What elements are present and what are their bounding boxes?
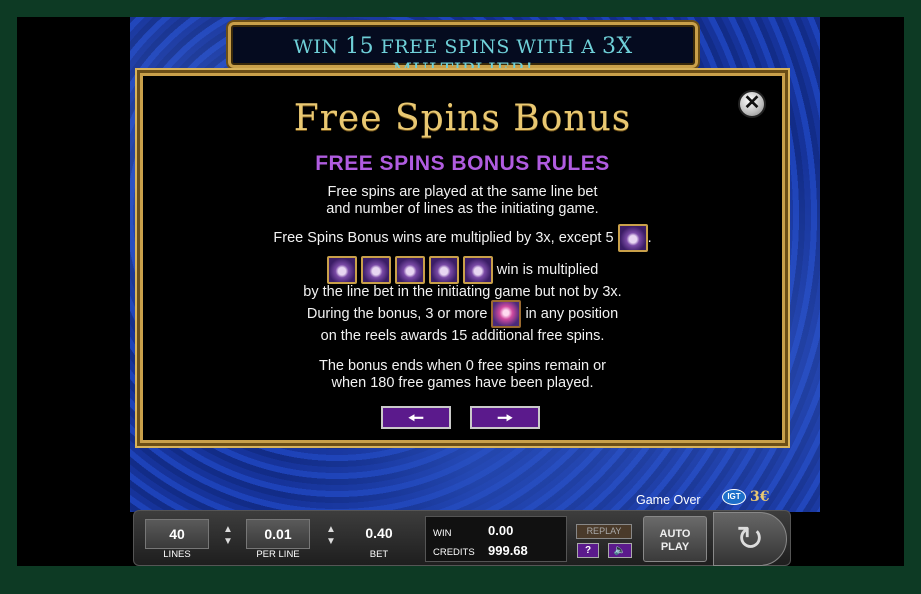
- replay-button[interactable]: REPLAY: [576, 524, 632, 539]
- wild-symbol-icon: [326, 256, 357, 284]
- win-value: 0.00: [488, 523, 514, 538]
- wild-symbol-icon: [428, 256, 459, 284]
- right-arrow-icon: 🠖: [497, 408, 513, 428]
- banner-text-2: free spins with a: [380, 36, 596, 58]
- bet-label: BET: [369, 549, 389, 560]
- credits-label: CREDITS: [433, 547, 475, 558]
- lines-value: 40: [145, 519, 209, 549]
- wild-symbol-icon: [462, 256, 493, 284]
- credits-value: 999.68: [488, 543, 528, 558]
- banner-multiplier: 3X: [601, 34, 633, 59]
- rule-2-period: .: [647, 229, 652, 246]
- rule-3: During the bonus, 3 or more in any posit…: [140, 300, 785, 345]
- per-line-label: PER LINE: [256, 549, 300, 560]
- rules-subtitle: FREE SPINS BONUS RULES: [315, 152, 610, 175]
- chevron-down-icon[interactable]: ▼: [325, 536, 337, 548]
- rule-1-line-2: and number of lines as the initiating ga…: [326, 201, 599, 217]
- sound-button[interactable]: 🔈: [608, 543, 632, 558]
- spin-button[interactable]: ↻: [713, 512, 787, 566]
- per-line-stepper[interactable]: ▲ ▼: [325, 524, 337, 548]
- wild-symbol-icon: [394, 256, 425, 284]
- autoplay-button[interactable]: AUTO PLAY: [643, 516, 707, 562]
- bet-value: 0.40: [365, 525, 393, 541]
- rule-1-line-1: Free spins are played at the same line b…: [327, 184, 598, 200]
- left-arrow-icon: 🠔: [408, 408, 424, 428]
- rule-1: Free spins are played at the same line b…: [140, 184, 785, 218]
- wild-symbol-icon: [360, 256, 391, 284]
- rule-4: The bonus ends when 0 free spins remain …: [140, 358, 785, 392]
- lines-label: LINES: [163, 549, 191, 560]
- page-title: Free Spins Bonus: [293, 98, 632, 139]
- autoplay-label-1: AUTO: [659, 528, 691, 540]
- rule-3-text: During the bonus, 3 or more: [306, 305, 488, 322]
- lines-stepper[interactable]: ▲ ▼: [222, 524, 234, 548]
- autoplay-label-2: PLAY: [660, 541, 690, 553]
- banner-text-1: Win: [293, 36, 339, 58]
- promo-banner: Win 15 free spins with a 3X multiplier!: [228, 22, 698, 81]
- rule-4-line-1: The bonus ends when 0 free spins remain …: [319, 358, 606, 374]
- rule-3-line-2: on the reels awards 15 additional free s…: [320, 328, 605, 344]
- chevron-up-icon[interactable]: ▲: [325, 524, 337, 536]
- spin-icon: ↻: [735, 520, 765, 558]
- wild-symbol-icon: [617, 224, 648, 252]
- rule-2-line-3: by the line bet in the initiating game b…: [303, 284, 622, 300]
- per-line-value: 0.01: [246, 519, 310, 549]
- next-page-button[interactable]: 🠖: [470, 406, 540, 429]
- speaker-icon: 🔈: [613, 545, 627, 556]
- studio-logo-icon: 3€: [750, 489, 770, 505]
- rule-2-text: Free Spins Bonus wins are multiplied by …: [273, 229, 614, 246]
- rule-3-text-2: in any position: [525, 305, 619, 322]
- chevron-up-icon[interactable]: ▲: [222, 524, 234, 536]
- game-status: Game Over: [636, 493, 701, 507]
- chevron-down-icon[interactable]: ▼: [222, 536, 234, 548]
- win-label: WIN: [433, 528, 452, 539]
- rule-2: Free Spins Bonus wins are multiplied by …: [140, 224, 785, 301]
- help-button[interactable]: ?: [577, 543, 599, 558]
- banner-number: 15: [345, 34, 375, 59]
- rule-4-line-2: when 180 free games have been played.: [331, 375, 594, 391]
- prev-page-button[interactable]: 🠔: [381, 406, 451, 429]
- rule-2-text-2: win is multiplied: [496, 261, 599, 278]
- bonus-symbol-icon: [491, 300, 522, 328]
- igt-logo: IGT: [722, 489, 746, 505]
